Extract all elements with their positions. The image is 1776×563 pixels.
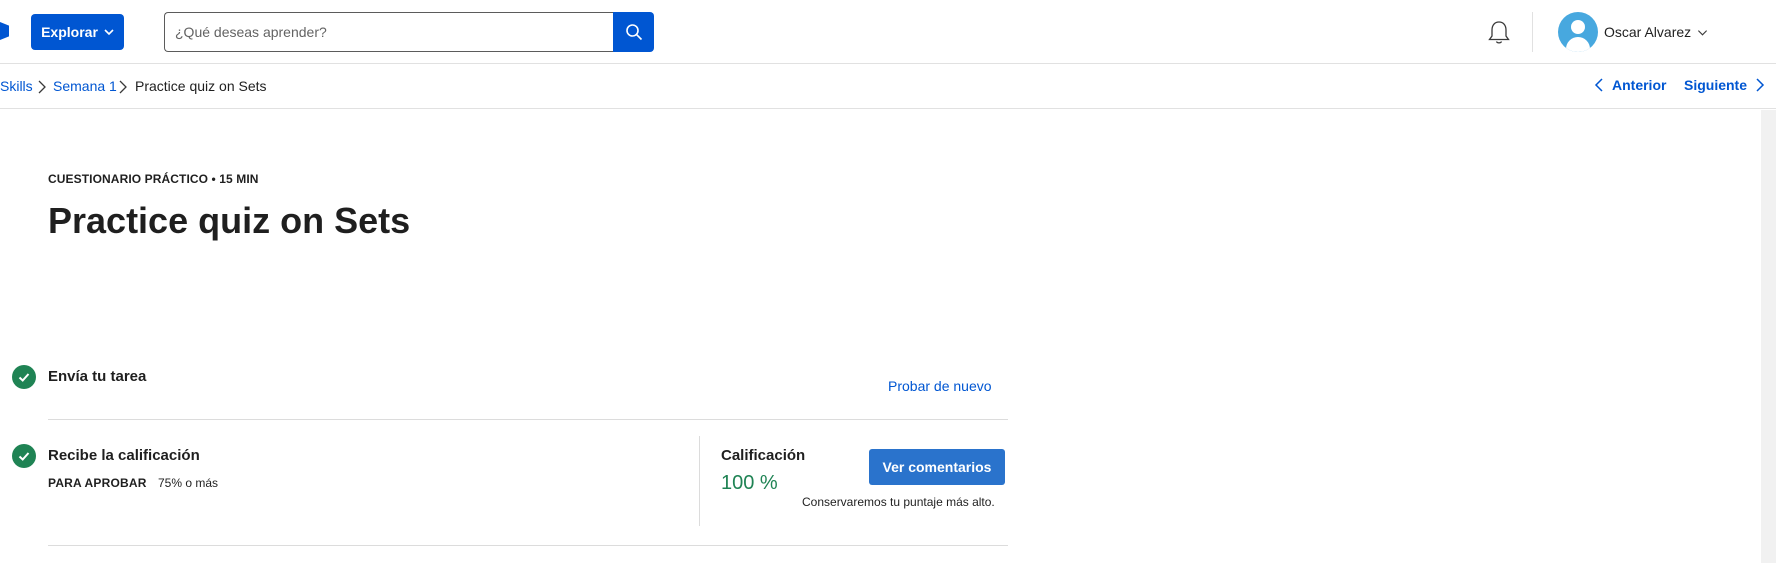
explore-button-label: Explorar — [41, 24, 98, 40]
chevron-right-icon — [119, 80, 127, 94]
explore-button[interactable]: Explorar — [31, 14, 124, 50]
chevron-down-icon — [104, 29, 114, 36]
search-field[interactable] — [164, 12, 614, 52]
pass-requirement: PARA APROBAR 75% o más — [48, 476, 218, 490]
check-circle-icon — [12, 444, 36, 468]
breadcrumb-item-semana-1[interactable]: Semana 1 — [53, 78, 117, 94]
breadcrumb: Skills Semana 1 Practice quiz on Sets An… — [0, 64, 1776, 109]
header-divider — [1532, 12, 1533, 52]
breadcrumb-item-skills[interactable]: Skills — [0, 78, 33, 94]
previous-item-link[interactable]: Anterior — [1594, 77, 1666, 93]
vertical-scrollbar[interactable] — [1761, 110, 1776, 563]
chevron-right-icon — [1756, 78, 1765, 92]
item-meta: CUESTIONARIO PRÁCTICO • 15 MIN — [48, 172, 259, 186]
page-title: Practice quiz on Sets — [48, 200, 411, 241]
view-feedback-button[interactable]: Ver comentarios — [869, 449, 1005, 485]
breadcrumb-item-current: Practice quiz on Sets — [135, 78, 267, 94]
divider — [48, 545, 1008, 546]
user-avatar-icon — [1558, 12, 1598, 52]
user-menu[interactable]: Oscar Alvarez — [1558, 12, 1708, 52]
notifications-button[interactable] — [1485, 18, 1513, 48]
grade-label: Calificación — [721, 447, 806, 464]
user-name: Oscar Alvarez — [1604, 24, 1692, 40]
bell-icon — [1488, 21, 1510, 44]
grade-divider — [699, 436, 700, 526]
highest-score-note: Conservaremos tu puntaje más alto. — [802, 495, 995, 509]
next-item-link[interactable]: Siguiente — [1684, 77, 1765, 93]
chevron-right-icon — [38, 80, 46, 94]
coursera-logo-icon[interactable] — [0, 22, 9, 40]
pass-value: 75% o más — [157, 476, 218, 490]
grade-value: 100 % — [721, 472, 778, 494]
try-again-link[interactable]: Probar de nuevo — [888, 378, 992, 394]
step-grade-title: Recibe la calificación — [48, 447, 200, 464]
search-icon — [625, 24, 642, 41]
next-label: Siguiente — [1684, 77, 1748, 93]
step-submit-title: Envía tu tarea — [48, 368, 147, 385]
check-circle-icon — [12, 365, 36, 389]
chevron-down-icon — [1698, 29, 1708, 36]
top-header: Explorar Oscar Alvarez — [0, 0, 1776, 64]
chevron-left-icon — [1594, 78, 1603, 92]
search-button[interactable] — [613, 12, 654, 52]
pass-label: PARA APROBAR — [48, 476, 147, 490]
previous-label: Anterior — [1612, 77, 1667, 93]
search-input[interactable] — [165, 13, 614, 51]
divider — [48, 419, 1008, 420]
